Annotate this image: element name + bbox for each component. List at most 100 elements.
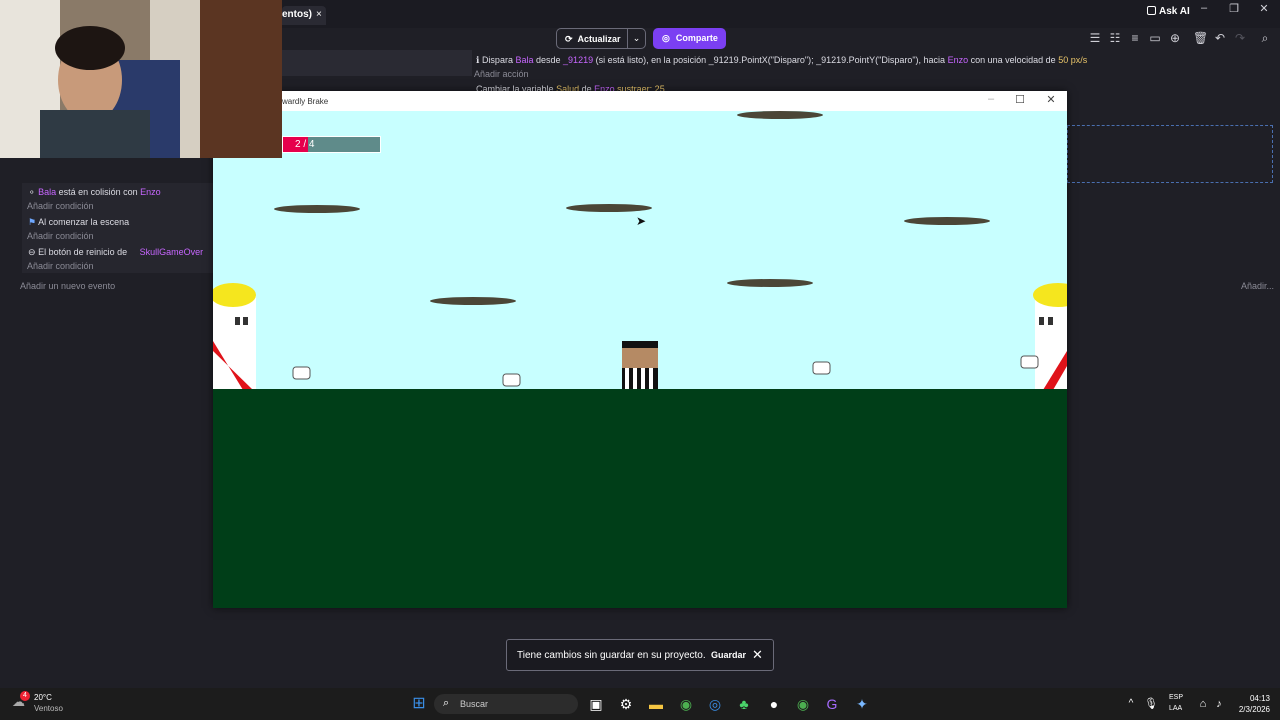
action-speed-value: 50 px/s xyxy=(1058,55,1088,65)
platform xyxy=(430,297,516,305)
update-button[interactable]: ⟳ Actualizar xyxy=(556,28,628,49)
search-icon[interactable]: ⌕ xyxy=(1258,31,1272,45)
add-condition-link-3[interactable]: Añadir condición xyxy=(27,261,94,271)
lang-layout: LAA xyxy=(1169,705,1183,712)
event-filter-icon[interactable]: ☷ xyxy=(1108,31,1122,45)
action-verb: Dispara xyxy=(481,55,513,65)
condition-header-row xyxy=(282,50,472,76)
chrome-profile-icon[interactable]: ◉ xyxy=(793,694,813,714)
enzo-character-left xyxy=(213,283,256,390)
search-placeholder: Buscar xyxy=(460,699,489,709)
search-icon: ⌕ xyxy=(443,697,450,709)
flag-icon: ⚑ xyxy=(28,217,37,227)
game-preview-icon[interactable]: ✦ xyxy=(852,694,872,714)
close-tab-icon[interactable]: × xyxy=(316,9,322,20)
trash-icon[interactable]: 🗑 xyxy=(1193,31,1208,45)
toast-message: Tiene cambios sin guardar en su proyecto… xyxy=(517,650,706,661)
platform xyxy=(904,217,990,225)
toast-save-button[interactable]: Guardar xyxy=(711,650,746,660)
redo-icon[interactable]: ↷ xyxy=(1233,31,1247,45)
tray-chevron-icon[interactable]: ^ xyxy=(1121,694,1141,714)
platform xyxy=(727,279,813,287)
toast-close-icon[interactable]: ✕ xyxy=(752,647,763,663)
game-maximize-icon[interactable]: ☐ xyxy=(1012,93,1028,106)
windows-taskbar xyxy=(0,688,1280,720)
action-object-id: _91219 xyxy=(563,55,594,65)
task-view-icon[interactable]: ▣ xyxy=(586,694,606,714)
platform xyxy=(737,111,823,119)
add-action-link[interactable]: Añadir acción xyxy=(474,69,529,79)
comment-icon[interactable]: ▭ xyxy=(1148,31,1162,45)
scene-tab[interactable]: entos) × xyxy=(282,6,326,25)
add-group-icon[interactable]: ≡ xyxy=(1128,31,1142,45)
minimize-icon[interactable]: – xyxy=(1196,2,1212,14)
webcam-image xyxy=(0,0,282,158)
button-icon: ⊖ xyxy=(28,247,36,257)
event-settings-icon[interactable]: ☰ xyxy=(1088,31,1102,45)
weather-badge: 4 xyxy=(20,691,30,701)
share-button[interactable]: ◎ Comparte xyxy=(653,28,726,49)
taskbar-search[interactable]: ⌕ Buscar xyxy=(434,694,578,714)
globe-icon: ◎ xyxy=(662,33,670,43)
chrome-icon[interactable]: ◉ xyxy=(676,694,696,714)
action-object-enzo: Enzo xyxy=(947,55,969,65)
weather-temp: 20°C xyxy=(34,693,52,702)
chevron-down-icon: ⌄ xyxy=(632,33,641,43)
condition-object-enzo: Enzo xyxy=(140,187,161,197)
game-window-title: wardly Brake xyxy=(282,91,1067,111)
app-icon[interactable]: ● xyxy=(764,694,784,714)
info-icon: ℹ xyxy=(476,55,480,65)
game-ground xyxy=(213,389,1067,608)
ai-icon xyxy=(1147,6,1156,15)
browser-icon[interactable]: ◎ xyxy=(705,694,725,714)
add-event-link[interactable]: Añadir un nuevo evento xyxy=(20,281,115,291)
clock-time[interactable]: 04:13 xyxy=(1238,694,1270,703)
condition-object-bala: Bala xyxy=(38,187,57,197)
start-icon[interactable]: ⊞ xyxy=(409,694,429,714)
action-object-bala: Bala xyxy=(515,55,534,65)
condition-object-skull: SkullGameOver xyxy=(139,247,204,257)
update-dropdown-button[interactable]: ⌄ xyxy=(627,28,646,49)
platform xyxy=(566,204,652,212)
ask-ai-button[interactable]: Ask AI xyxy=(1147,6,1190,17)
update-label: Actualizar xyxy=(577,34,621,44)
restore-icon[interactable]: ❐ xyxy=(1226,2,1242,15)
unsaved-changes-toast: Tiene cambios sin guardar en su proyecto… xyxy=(506,639,774,671)
ask-ai-label: Ask AI xyxy=(1159,6,1190,17)
condition-scene-start-label: Al comenzar la escena xyxy=(38,217,130,227)
steam-icon[interactable]: ⚙ xyxy=(616,694,636,714)
collision-icon: ⚬ xyxy=(28,187,36,197)
referee-player xyxy=(622,341,658,390)
webcam-overlay xyxy=(0,0,282,158)
refresh-icon: ⟳ xyxy=(565,34,573,44)
lang-indicator[interactable]: ESP xyxy=(1169,694,1183,701)
action-text-desde: desde xyxy=(536,55,561,65)
game-minimize-icon[interactable]: – xyxy=(983,93,999,105)
close-icon[interactable]: ✕ xyxy=(1256,2,1272,15)
action-fire-bullet[interactable]: ℹ Dispara Bala desde _91219 (si está lis… xyxy=(476,55,1087,66)
add-condition-link-2[interactable]: Añadir condición xyxy=(27,231,94,241)
platform xyxy=(274,205,360,213)
enzo-character-right xyxy=(1033,283,1067,390)
scene-tab-label: entos) xyxy=(282,9,312,20)
undo-icon[interactable]: ↶ xyxy=(1213,31,1227,45)
condition-restart-button[interactable]: ⊖ El botón de reinicio de SkullGameOver xyxy=(28,247,203,258)
action-text-speed: con una velocidad de xyxy=(970,55,1056,65)
condition-restart-label: El botón de reinicio de xyxy=(38,247,128,257)
add-circle-icon[interactable]: ⊕ xyxy=(1168,31,1182,45)
volume-icon[interactable]: ♪ xyxy=(1209,694,1229,714)
health-text: 2 / 4 xyxy=(295,139,315,150)
game-icon[interactable]: ♣ xyxy=(734,694,754,714)
condition-collision[interactable]: ⚬ Bala está en colisión con Enzo xyxy=(28,187,161,198)
file-explorer-icon[interactable]: ▬ xyxy=(646,694,666,714)
microphone-icon[interactable]: 🎙 xyxy=(1141,694,1161,714)
health-bar: 2 / 4 xyxy=(282,136,381,153)
clock-date: 2/3/2026 xyxy=(1238,705,1270,714)
weather-desc: Ventoso xyxy=(34,704,63,713)
condition-scene-start[interactable]: ⚑ Al comenzar la escena xyxy=(28,217,129,228)
add-right-link[interactable]: Añadir... xyxy=(1241,281,1274,291)
add-condition-link-1[interactable]: Añadir condición xyxy=(27,201,94,211)
game-close-icon[interactable]: ✕ xyxy=(1043,93,1059,106)
selection-outline xyxy=(1067,125,1273,183)
gdevelop-icon[interactable]: G xyxy=(822,694,842,714)
